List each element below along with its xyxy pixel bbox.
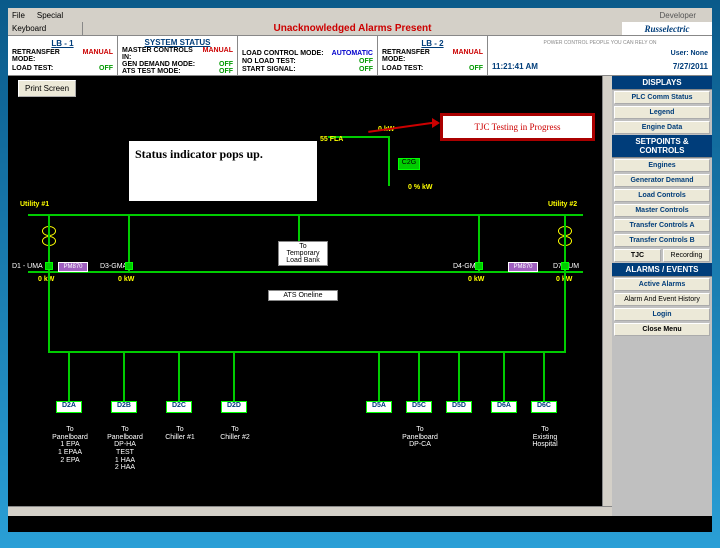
horizontal-scrollbar[interactable] (8, 506, 612, 516)
tjc-button[interactable]: TJC (614, 249, 661, 262)
alarm-message: Unacknowledged Alarms Present (83, 22, 622, 35)
breaker-icon[interactable] (561, 262, 569, 270)
panelboard-2: To Panelboard DP-HA TEST 1 HAA 2 HAA (105, 426, 145, 472)
lb1-retransfer-label: RETRANSFER MODE: (12, 49, 83, 63)
kw-d3: 0 kW (118, 276, 134, 283)
utility2-label: Utility #2 (548, 201, 577, 208)
chiller-2: To Chiller #2 (215, 426, 255, 441)
lb1-loadtest-value: OFF (99, 65, 113, 72)
gen-value: OFF (219, 61, 233, 68)
kwpct-label: 0 % kW (408, 184, 433, 191)
chiller-1: To Chiller #1 (160, 426, 200, 441)
kw-d4: 0 kW (468, 276, 484, 283)
print-screen-button[interactable]: Print Screen (18, 80, 76, 97)
d5d-box[interactable]: D5D (446, 401, 472, 413)
lb1-header: LB - 1 (12, 39, 113, 48)
d2c-box[interactable]: D2C (166, 401, 192, 413)
login-button[interactable]: Login (614, 308, 710, 321)
lb1-loadtest-label: LOAD TEST: (12, 65, 53, 72)
lb2-retransfer-label: RETRANSFER MODE: (382, 49, 453, 63)
date-label: 7/27/2011 (673, 62, 708, 71)
d5c-box[interactable]: D5C (406, 401, 432, 413)
d5a-box[interactable]: D5A (366, 401, 392, 413)
pm870-box-2[interactable]: PM870 (508, 262, 538, 272)
master-controls-button[interactable]: Master Controls (614, 204, 710, 217)
user-label: User: None (492, 50, 708, 57)
lb2-loadtest-label: LOAD TEST: (382, 65, 423, 72)
lb2-loadtest-value: OFF (469, 65, 483, 72)
tagline: POWER CONTROL PEOPLE YOU CAN RELY ON (492, 40, 708, 46)
engines-button[interactable]: Engines (614, 159, 710, 172)
panelboard-1: To Panelboard 1 EPA 1 EPAA 2 EPA (50, 426, 90, 464)
noload-label: NO LOAD TEST: (242, 58, 296, 65)
c2g-box[interactable]: C2G (398, 158, 420, 170)
keyboard-label: Keyboard (8, 22, 83, 35)
recording-button[interactable]: Recording (663, 249, 710, 262)
d6a-box[interactable]: D6A (491, 401, 517, 413)
legend-button[interactable]: Legend (614, 106, 710, 119)
system-status-header: SYSTEM STATUS (122, 38, 233, 47)
ats-oneline-button[interactable]: ATS Oneline (268, 290, 338, 301)
active-alarms-button[interactable]: Active Alarms (614, 278, 710, 291)
lb2-retransfer-value: MANUAL (453, 49, 483, 63)
displays-header: DISPLAYS (612, 76, 712, 90)
master-label: MASTER CONTROLS IN: (122, 47, 203, 61)
generator-demand-button[interactable]: Generator Demand (614, 174, 710, 187)
sidebar: DISPLAYS PLC Comm Status Legend Engine D… (612, 76, 712, 516)
annotation-popup: Status indicator pops up. (128, 140, 318, 202)
gen-label: GEN DEMAND MODE: (122, 61, 195, 68)
transfer-a-button[interactable]: Transfer Controls A (614, 219, 710, 232)
transfer-b-button[interactable]: Transfer Controls B (614, 234, 710, 247)
top-status-bar: LB - 1 RETRANSFER MODE:MANUAL LOAD TEST:… (8, 36, 712, 76)
ats-label: ATS TEST MODE: (122, 68, 181, 75)
d2d-box[interactable]: D2D (221, 401, 247, 413)
fla-label: 55 FLA (320, 136, 343, 143)
kw-d1: 0 kW (38, 276, 54, 283)
existing-hospital: To Existing Hospital (523, 426, 567, 449)
panelboard-5: To Panelboard DP-CA (400, 426, 440, 449)
tjc-status-popup: TJC Testing in Progress (440, 113, 595, 141)
plc-comm-button[interactable]: PLC Comm Status (614, 91, 710, 104)
start-label: START SIGNAL: (242, 66, 296, 73)
menu-special[interactable]: Special (37, 11, 63, 20)
loadctrl-value: AUTOMATIC (332, 50, 373, 57)
lb2-header: LB - 2 (382, 39, 483, 48)
lb1-retransfer-value: MANUAL (83, 49, 113, 63)
loadctrl-label: LOAD CONTROL MODE: (242, 50, 324, 57)
breaker-icon[interactable] (45, 262, 53, 270)
d6c-box[interactable]: D6C (531, 401, 557, 413)
ats-value: OFF (219, 68, 233, 75)
load-controls-button[interactable]: Load Controls (614, 189, 710, 202)
d3-label: D3-GMA (100, 263, 127, 270)
menu-file[interactable]: File (12, 11, 25, 20)
setpoints-header: SETPOINTS & CONTROLS (612, 135, 712, 158)
d1-label: D1 - UMA (12, 263, 43, 270)
breaker-icon[interactable] (475, 262, 483, 270)
engine-data-button[interactable]: Engine Data (614, 121, 710, 134)
start-value: OFF (359, 66, 373, 73)
master-value: MANUAL (203, 47, 233, 61)
alarm-header: Keyboard Unacknowledged Alarms Present R… (8, 22, 712, 36)
breaker-icon[interactable] (125, 262, 133, 270)
time-label: 11:21:41 AM (492, 62, 538, 71)
pm870-box[interactable]: PM870 (58, 262, 88, 272)
menu-developer[interactable]: Developer (660, 11, 696, 20)
arrow-head-icon (432, 118, 440, 128)
vertical-scrollbar[interactable] (602, 76, 612, 506)
loadbank-box: To Temporary Load Bank (278, 241, 328, 266)
alarms-header: ALARMS / EVENTS (612, 263, 712, 277)
brand-logo: Russelectric (622, 22, 712, 35)
noload-value: OFF (359, 58, 373, 65)
alarm-history-button[interactable]: Alarm And Event History (614, 293, 710, 306)
d2a-box[interactable]: D2A (56, 401, 82, 413)
utility1-label: Utility #1 (20, 201, 49, 208)
d2b-box[interactable]: D2B (111, 401, 137, 413)
close-menu-button[interactable]: Close Menu (614, 323, 710, 336)
menu-bar: File Special Developer (8, 8, 712, 22)
